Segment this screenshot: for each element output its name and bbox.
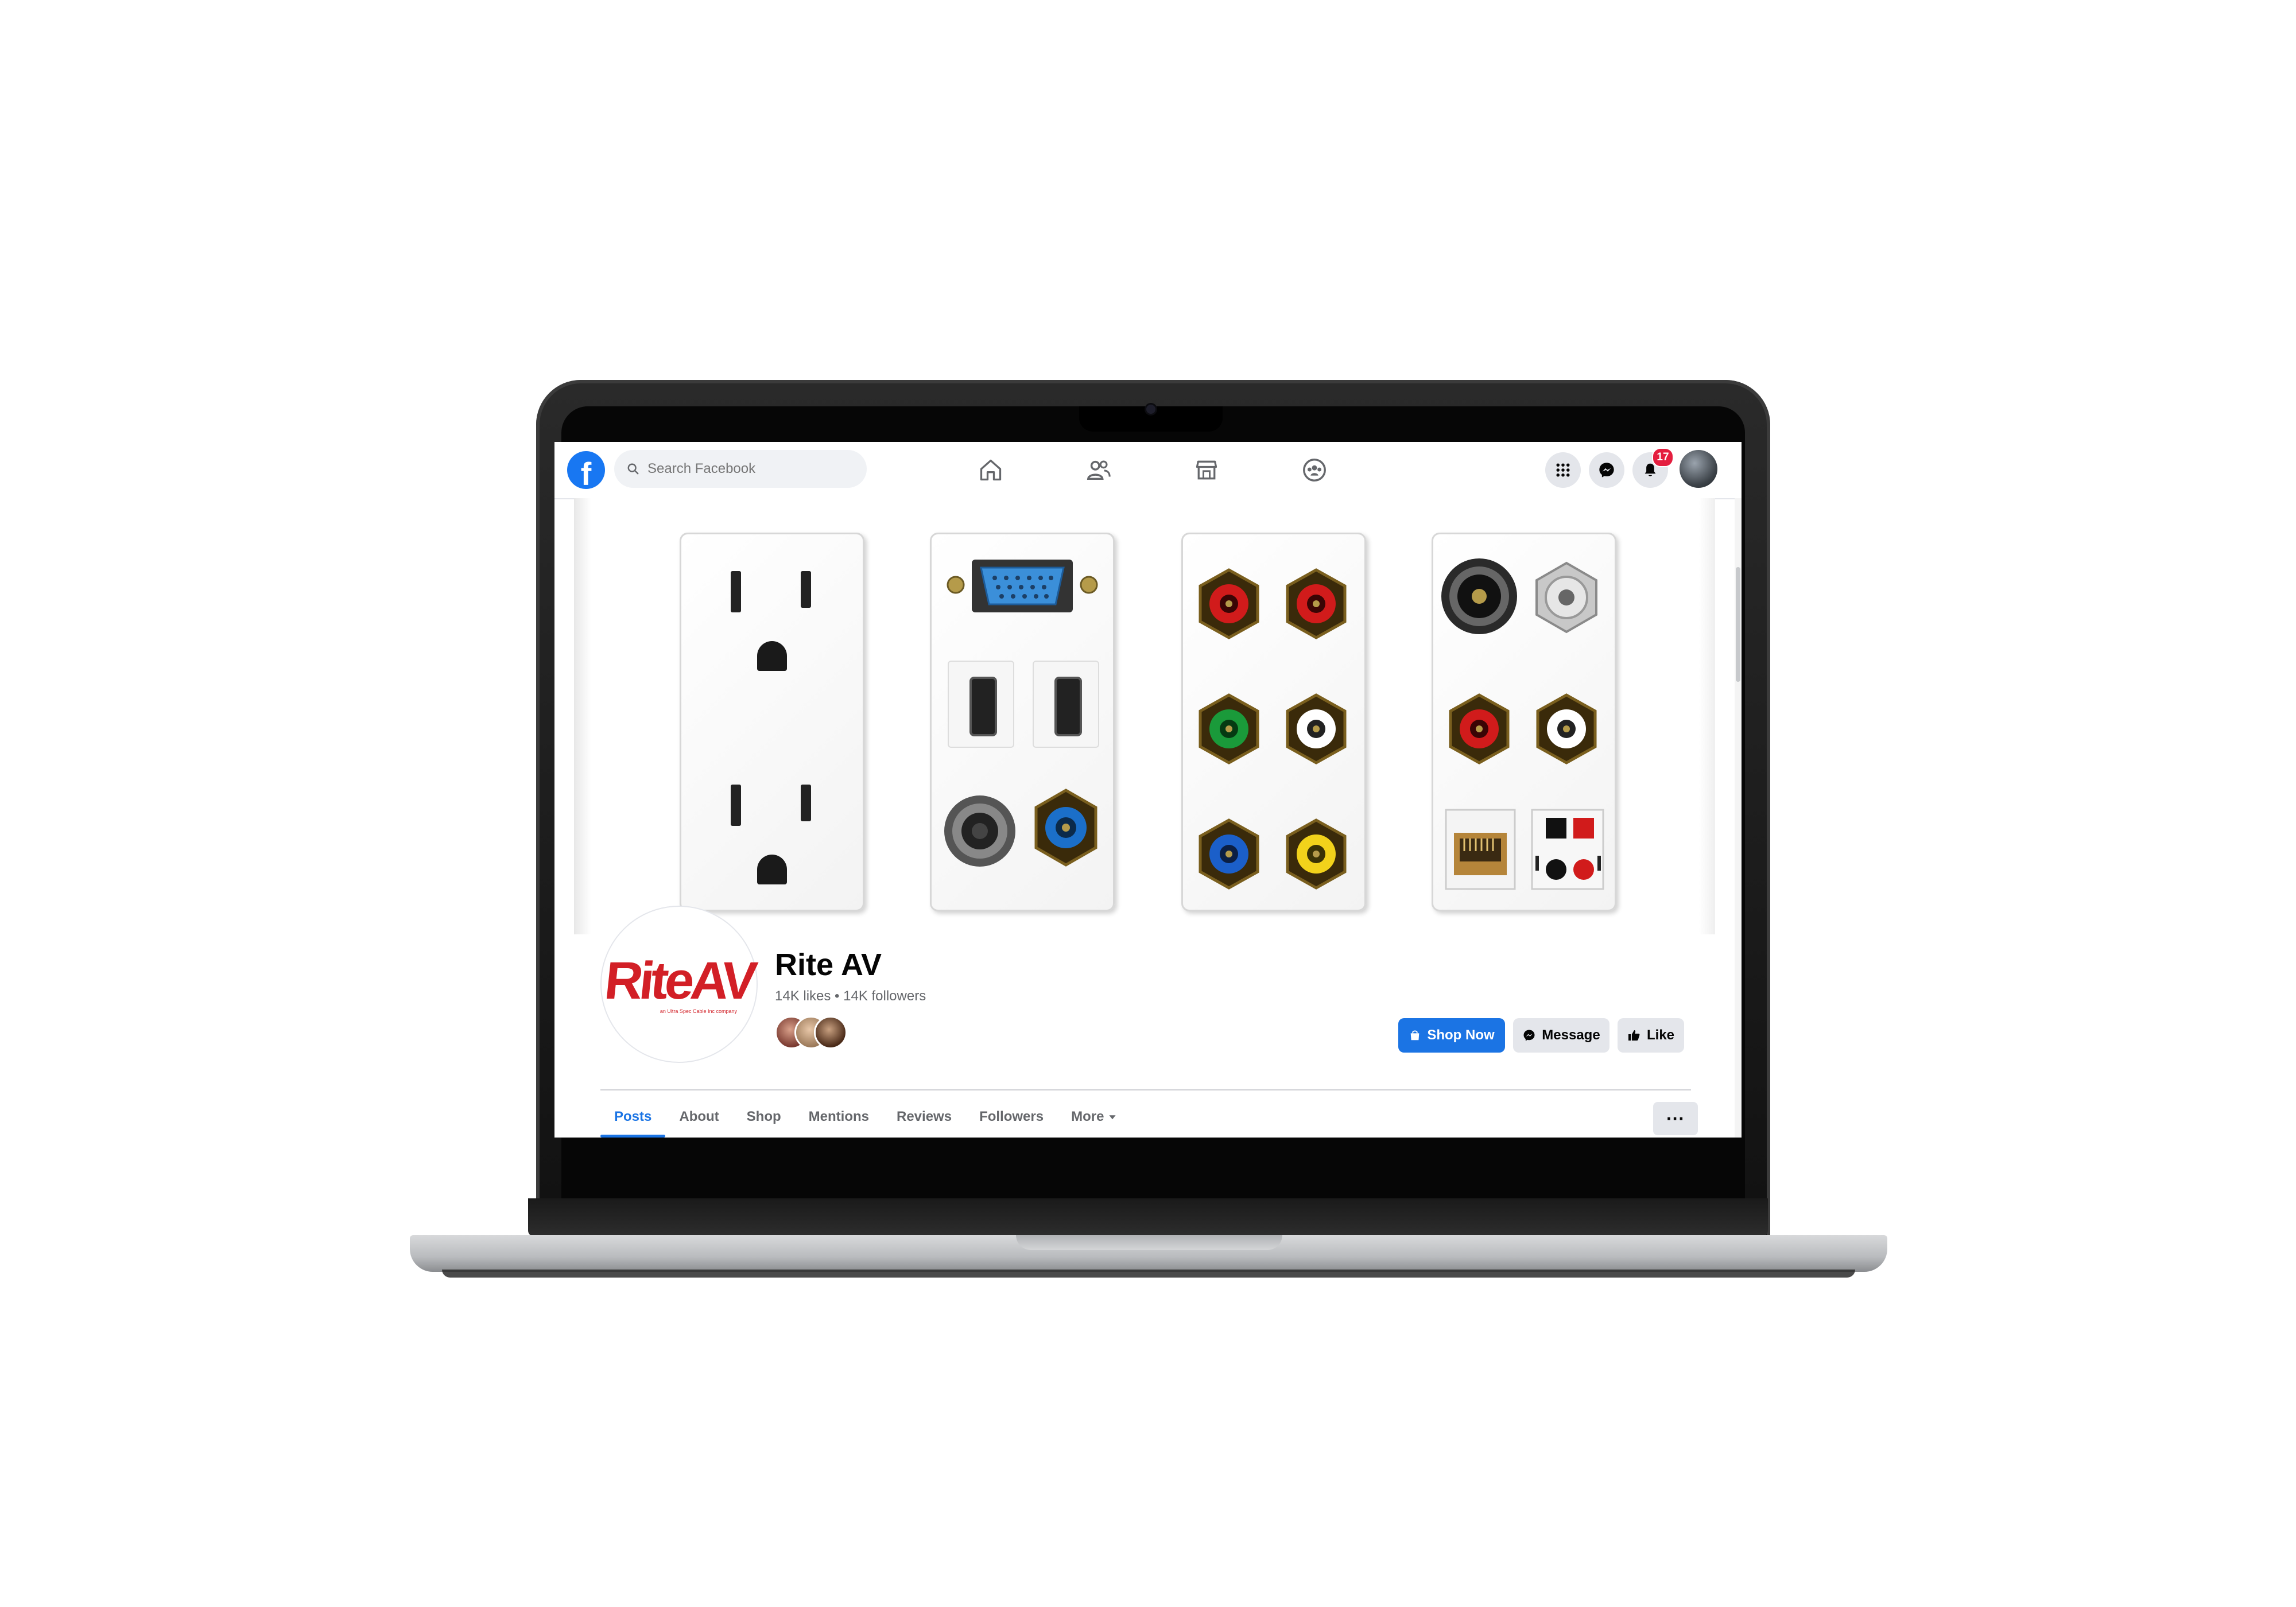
wall-plate-power-outlet <box>680 533 864 911</box>
caret-down-icon <box>1109 1115 1116 1120</box>
tab-about[interactable]: About <box>665 1096 732 1138</box>
outlet-slot <box>731 571 741 612</box>
outlet-slot <box>731 785 741 826</box>
wall-plate-optical-network <box>1432 533 1616 911</box>
facebook-logo-icon[interactable]: f <box>567 451 605 489</box>
profile-tabs-divider <box>600 1089 1691 1090</box>
av-port-group-icon <box>1441 558 1604 890</box>
outlet-ground-hole <box>757 855 787 884</box>
outlet-slot <box>801 571 811 608</box>
message-button[interactable]: Message <box>1513 1018 1609 1053</box>
vga-port-icon <box>947 560 1098 612</box>
laptop-hinge <box>528 1198 1768 1236</box>
like-button[interactable]: Like <box>1618 1018 1684 1053</box>
audio-jack-icon <box>944 795 1015 867</box>
hdmi-port-icon <box>1033 661 1099 748</box>
tab-mentions[interactable]: Mentions <box>795 1096 883 1138</box>
notification-count-badge: 17 <box>1652 448 1674 467</box>
messenger-icon[interactable] <box>1589 452 1624 488</box>
page-profile-picture[interactable]: RiteAV an Ultra Spec Cable Inc company <box>600 906 758 1063</box>
page-stats[interactable]: 14K likes • 14K followers <box>775 988 926 1004</box>
cover-photo[interactable] <box>574 498 1715 934</box>
notifications-bell-icon[interactable]: 17 <box>1632 448 1674 488</box>
browser-screen: f 17 <box>554 442 1742 1138</box>
search-icon <box>627 463 639 475</box>
tab-shop[interactable]: Shop <box>733 1096 795 1138</box>
shop-now-button[interactable]: Shop Now <box>1398 1018 1505 1053</box>
tab-posts[interactable]: Posts <box>600 1096 666 1138</box>
marketplace-icon[interactable] <box>1189 455 1224 486</box>
outlet-slot <box>801 785 811 821</box>
facebook-header: f 17 <box>554 442 1742 499</box>
account-avatar[interactable] <box>1680 450 1717 488</box>
search-input[interactable] <box>646 460 855 478</box>
like-label: Like <box>1646 1027 1675 1043</box>
messenger-icon <box>1523 1030 1535 1041</box>
page-title: Rite AV <box>775 948 882 982</box>
shop-bag-icon <box>1410 1030 1420 1041</box>
webcam-icon <box>1146 405 1155 414</box>
wall-plate-rca-component <box>1181 533 1366 911</box>
scrollbar-thumb[interactable] <box>1736 567 1740 682</box>
rca-port-group-icon <box>1199 568 1347 890</box>
thumbs-up-icon <box>1628 1030 1640 1041</box>
home-icon[interactable] <box>974 455 1008 486</box>
menu-grid-icon[interactable] <box>1545 452 1581 488</box>
page-scrollbar[interactable] <box>1735 498 1742 1138</box>
outlet-ground-hole <box>757 641 787 671</box>
hdmi-port-icon <box>948 661 1014 748</box>
more-options-button[interactable]: ··· <box>1653 1102 1698 1135</box>
friend-avatar[interactable] <box>814 1016 847 1049</box>
page-tabs: Posts About Shop Mentions Reviews Follow… <box>600 1096 1130 1138</box>
tab-reviews[interactable]: Reviews <box>883 1096 965 1138</box>
shop-now-label: Shop Now <box>1427 1027 1495 1043</box>
tab-more[interactable]: More <box>1057 1096 1130 1138</box>
groups-icon[interactable] <box>1297 455 1332 486</box>
laptop-base-shadow <box>442 1270 1855 1278</box>
laptop-thumb-notch <box>1016 1235 1282 1250</box>
friends-icon[interactable] <box>1081 455 1116 486</box>
tab-followers[interactable]: Followers <box>965 1096 1057 1138</box>
search-bar[interactable] <box>614 450 867 488</box>
message-label: Message <box>1542 1027 1600 1043</box>
wall-plate-vga-hdmi <box>930 533 1115 911</box>
riteav-logo: RiteAV <box>602 952 757 1010</box>
rca-blue-port-icon <box>1034 789 1097 867</box>
